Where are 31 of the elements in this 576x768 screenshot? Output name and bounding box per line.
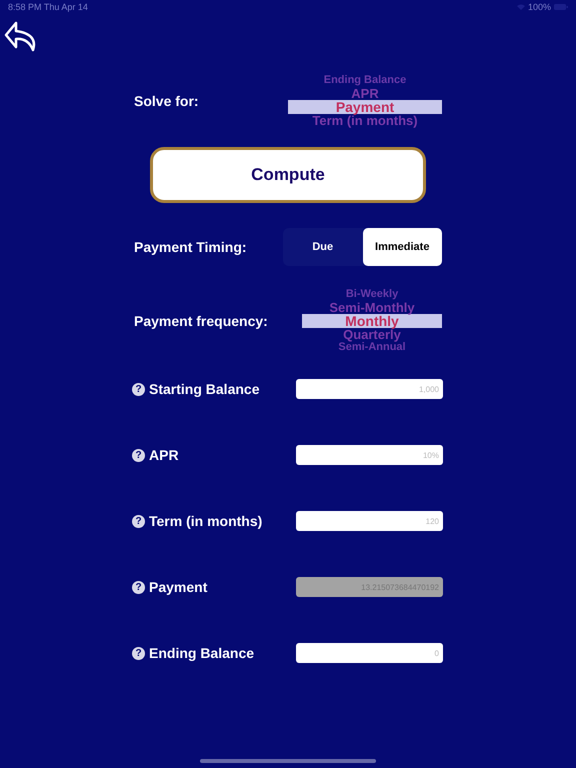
segment-tab[interactable]: Immediate <box>362 228 442 266</box>
picker-option[interactable]: Semi-Annual <box>302 341 442 354</box>
picker-option[interactable]: Bi-Weekly <box>302 288 442 301</box>
field-label: Payment <box>149 579 208 595</box>
picker-option[interactable]: Monthly <box>302 314 442 328</box>
segment-tab[interactable]: Due <box>283 228 362 266</box>
picker-option[interactable]: APR <box>288 87 442 100</box>
status-time: 8:58 PM Thu Apr 14 <box>8 2 88 12</box>
help-icon[interactable]: ? <box>132 382 145 396</box>
picker-option[interactable]: Ending Balance <box>288 74 442 87</box>
field-label: Ending Balance <box>149 645 254 661</box>
field-label: Starting Balance <box>149 381 260 397</box>
field-label: APR <box>149 447 179 463</box>
field-label: Term (in months) <box>149 513 262 529</box>
picker-option[interactable]: Quarterly <box>302 328 442 341</box>
help-icon[interactable]: ? <box>132 514 145 528</box>
back-arrow-icon[interactable] <box>4 20 38 54</box>
picker-option[interactable]: Payment <box>288 100 442 114</box>
input-field[interactable]: 0 <box>296 643 443 663</box>
compute-button[interactable]: Compute <box>150 147 426 203</box>
input-field[interactable]: 1,000 <box>296 379 443 399</box>
payment-timing-label: Payment Timing: <box>134 239 247 255</box>
input-field[interactable]: 120 <box>296 511 443 531</box>
input-field[interactable]: 10% <box>296 445 443 465</box>
help-icon[interactable]: ? <box>132 448 145 462</box>
help-icon[interactable]: ? <box>132 646 145 660</box>
picker-option[interactable]: Term (in months) <box>288 114 442 127</box>
payment-frequency-label: Payment frequency: <box>134 313 268 329</box>
picker-option[interactable]: Semi-Monthly <box>302 301 442 314</box>
battery-level: 100% <box>528 2 551 12</box>
solve-for-label: Solve for: <box>134 92 199 108</box>
